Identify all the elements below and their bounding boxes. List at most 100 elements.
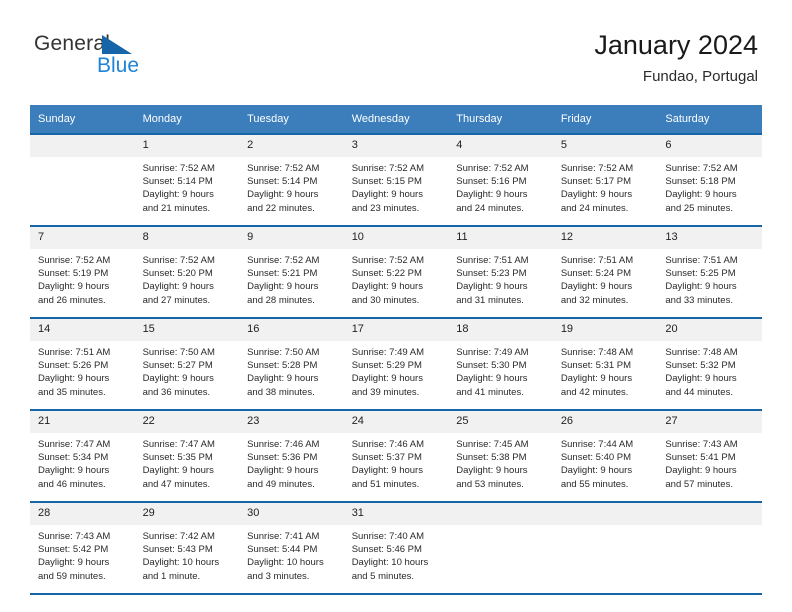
day-details: Sunrise: 7:51 AM Sunset: 5:24 PM Daylight:… xyxy=(553,249,658,307)
calendar-day-cell[interactable]: 2 Sunrise: 7:52 AM Sunset: 5:14 PM Daylight… xyxy=(239,135,344,225)
sunrise-text: Sunrise: 7:49 AM xyxy=(456,347,529,358)
daylight-text-line2: and 47 minutes. xyxy=(142,478,211,490)
calendar-day-cell[interactable]: 24 Sunrise: 7:46 AM Sunset: 5:37 PM Dayligh… xyxy=(343,411,449,501)
sunset-text: Sunset: 5:14 PM xyxy=(247,176,318,188)
sunset-text: Sunset: 5:23 PM xyxy=(456,268,527,280)
day-details: Sunrise: 7:52 AM Sunset: 5:22 PM Daylight:… xyxy=(344,249,449,307)
calendar-day-cell[interactable]: 31 Sunrise: 7:40 AM Sunset: 5:46 PM Dayligh… xyxy=(343,503,449,593)
daylight-text-line1: Daylight: 9 hours xyxy=(247,281,319,293)
sunset-text: Sunset: 5:17 PM xyxy=(560,176,632,188)
calendar-day-cell[interactable]: 8 Sunrise: 7:52 AM Sunset: 5:20 PM Daylight… xyxy=(134,227,240,317)
calendar-day-cell[interactable]: 12 Sunrise: 7:51 AM Sunset: 5:24 PM Dayligh… xyxy=(552,227,658,317)
day-cell-inner: 20 Sunrise: 7:48 AM Sunset: 5:32 PM Dayligh… xyxy=(657,319,762,409)
daylight-text-line1: Daylight: 9 hours xyxy=(247,465,319,477)
day-details: Sunrise: 7:51 AM Sunset: 5:23 PM Daylight:… xyxy=(448,249,553,307)
sunset-text: Sunset: 5:18 PM xyxy=(665,176,736,188)
daylight-text-line1: Daylight: 9 hours xyxy=(665,373,737,385)
sunrise-text: Sunrise: 7:44 AM xyxy=(560,439,634,450)
sunrise-text: Sunrise: 7:52 AM xyxy=(38,255,111,266)
daylight-text-line2: and 39 minutes. xyxy=(351,386,420,398)
generalblue-logo[interactable]: General Blue xyxy=(34,32,214,88)
day-cell-inner: 7 Sunrise: 7:52 AM Sunset: 5:19 PM Daylight… xyxy=(30,227,135,317)
daylight-text-line1: Daylight: 9 hours xyxy=(560,189,633,201)
weekday-header-friday: Friday xyxy=(552,105,658,133)
day-number: 27 xyxy=(657,411,762,433)
day-details: Sunrise: 7:48 AM Sunset: 5:31 PM Daylight:… xyxy=(553,341,658,399)
day-details: Sunrise: 7:51 AM Sunset: 5:25 PM Daylight:… xyxy=(657,249,762,307)
calendar-day-cell[interactable]: 30 Sunrise: 7:41 AM Sunset: 5:44 PM Dayligh… xyxy=(239,503,344,593)
week-separator xyxy=(30,593,762,595)
day-cell-inner: 27 Sunrise: 7:43 AM Sunset: 5:41 PM Dayligh… xyxy=(657,411,762,501)
calendar-day-cell[interactable]: 1 Sunrise: 7:52 AM Sunset: 5:14 PM Daylight… xyxy=(134,135,240,225)
calendar-week-row: 14 Sunrise: 7:51 AM Sunset: 5:26 PM Dayligh… xyxy=(30,319,762,409)
day-number: 4 xyxy=(448,135,553,157)
calendar-day-cell[interactable]: 25 Sunrise: 7:45 AM Sunset: 5:38 PM Dayligh… xyxy=(448,411,553,501)
day-number: 26 xyxy=(552,411,658,433)
day-number: 16 xyxy=(239,319,344,341)
day-number: 1 xyxy=(134,135,240,157)
daylight-text-line2: and 36 minutes. xyxy=(142,386,211,398)
calendar-day-cell[interactable]: 29 Sunrise: 7:42 AM Sunset: 5:43 PM Dayligh… xyxy=(134,503,240,593)
calendar-day-cell[interactable]: 18 Sunrise: 7:49 AM Sunset: 5:30 PM Dayligh… xyxy=(448,319,553,409)
daylight-text-line2: and 57 minutes. xyxy=(665,478,733,490)
sunrise-text: Sunrise: 7:52 AM xyxy=(247,255,320,266)
page-subtitle: Fundao, Portugal xyxy=(642,68,758,85)
calendar-day-cell[interactable]: 27 Sunrise: 7:43 AM Sunset: 5:41 PM Dayligh… xyxy=(657,411,762,501)
daylight-text-line2: and 49 minutes. xyxy=(247,478,315,490)
calendar-day-cell[interactable]: 3 Sunrise: 7:52 AM Sunset: 5:15 PM Daylight… xyxy=(343,135,449,225)
daylight-text-line1: Daylight: 9 hours xyxy=(38,557,110,569)
day-cell-inner: 3 Sunrise: 7:52 AM Sunset: 5:15 PM Daylight… xyxy=(343,135,449,225)
day-cell-inner: 6 Sunrise: 7:52 AM Sunset: 5:18 PM Daylight… xyxy=(657,135,762,225)
calendar-week-row: 1 Sunrise: 7:52 AM Sunset: 5:14 PM Daylight… xyxy=(30,135,762,225)
calendar-day-cell[interactable]: 6 Sunrise: 7:52 AM Sunset: 5:18 PM Daylight… xyxy=(657,135,762,225)
sunrise-text: Sunrise: 7:42 AM xyxy=(142,531,215,542)
logo-text-blue: Blue xyxy=(97,54,140,77)
day-cell-inner: 12 Sunrise: 7:51 AM Sunset: 5:24 PM Dayligh… xyxy=(552,227,658,317)
sunset-text: Sunset: 5:14 PM xyxy=(142,176,213,188)
day-cell-inner: 1 Sunrise: 7:52 AM Sunset: 5:14 PM Daylight… xyxy=(134,135,240,225)
calendar-grid: Sunday Monday Tuesday Wednesday Thursday… xyxy=(30,105,762,595)
calendar-day-cell[interactable]: 4 Sunrise: 7:52 AM Sunset: 5:16 PM Daylight… xyxy=(448,135,553,225)
daylight-text-line2: and 27 minutes. xyxy=(142,294,211,306)
daylight-text-line2: and 51 minutes. xyxy=(351,478,420,490)
day-details: Sunrise: 7:45 AM Sunset: 5:38 PM Daylight:… xyxy=(448,433,553,491)
day-cell-inner xyxy=(657,503,762,593)
day-details: Sunrise: 7:44 AM Sunset: 5:40 PM Daylight:… xyxy=(553,433,658,491)
sunrise-text: Sunrise: 7:47 AM xyxy=(142,439,215,450)
daylight-text-line2: and 32 minutes. xyxy=(560,294,629,306)
weekday-header-thursday: Thursday xyxy=(448,105,553,133)
calendar-day-cell[interactable]: 19 Sunrise: 7:48 AM Sunset: 5:31 PM Dayligh… xyxy=(552,319,658,409)
calendar-day-cell[interactable]: 13 Sunrise: 7:51 AM Sunset: 5:25 PM Dayligh… xyxy=(657,227,762,317)
calendar-day-cell[interactable]: 9 Sunrise: 7:52 AM Sunset: 5:21 PM Daylight… xyxy=(239,227,344,317)
day-details: Sunrise: 7:52 AM Sunset: 5:14 PM Daylight:… xyxy=(239,157,344,215)
calendar-day-cell[interactable]: 22 Sunrise: 7:47 AM Sunset: 5:35 PM Dayligh… xyxy=(134,411,240,501)
calendar-day-cell[interactable]: 7 Sunrise: 7:52 AM Sunset: 5:19 PM Daylight… xyxy=(30,227,135,317)
daylight-text-line2: and 42 minutes. xyxy=(560,386,629,398)
page-title: January 2024 xyxy=(594,30,758,60)
sunset-text: Sunset: 5:34 PM xyxy=(38,452,109,464)
calendar-day-cell[interactable]: 5 Sunrise: 7:52 AM Sunset: 5:17 PM Daylight… xyxy=(552,135,658,225)
day-cell-inner: 9 Sunrise: 7:52 AM Sunset: 5:21 PM Daylight… xyxy=(239,227,344,317)
sunrise-text: Sunrise: 7:52 AM xyxy=(351,255,425,266)
calendar-day-cell[interactable]: 23 Sunrise: 7:46 AM Sunset: 5:36 PM Dayligh… xyxy=(239,411,344,501)
sunrise-text: Sunrise: 7:40 AM xyxy=(351,531,425,542)
calendar-day-cell[interactable]: 14 Sunrise: 7:51 AM Sunset: 5:26 PM Dayligh… xyxy=(30,319,135,409)
daylight-text-line1: Daylight: 9 hours xyxy=(142,281,214,293)
daylight-text-line2: and 21 minutes. xyxy=(142,202,211,214)
sunset-text: Sunset: 5:30 PM xyxy=(456,360,527,372)
calendar-day-cell[interactable]: 11 Sunrise: 7:51 AM Sunset: 5:23 PM Dayligh… xyxy=(448,227,553,317)
sunrise-text: Sunrise: 7:52 AM xyxy=(560,163,634,174)
calendar-day-cell[interactable]: 20 Sunrise: 7:48 AM Sunset: 5:32 PM Dayligh… xyxy=(657,319,762,409)
calendar-day-cell[interactable]: 21 Sunrise: 7:47 AM Sunset: 5:34 PM Dayligh… xyxy=(30,411,135,501)
calendar-empty-cell xyxy=(552,503,658,593)
sunset-text: Sunset: 5:24 PM xyxy=(560,268,632,280)
calendar-day-cell[interactable]: 28 Sunrise: 7:43 AM Sunset: 5:42 PM Dayligh… xyxy=(30,503,135,593)
daylight-text-line1: Daylight: 9 hours xyxy=(38,465,110,477)
calendar-day-cell[interactable]: 16 Sunrise: 7:50 AM Sunset: 5:28 PM Dayligh… xyxy=(239,319,344,409)
calendar-day-cell[interactable]: 17 Sunrise: 7:49 AM Sunset: 5:29 PM Dayligh… xyxy=(343,319,449,409)
day-details: Sunrise: 7:42 AM Sunset: 5:43 PM Daylight:… xyxy=(135,525,240,583)
daylight-text-line2: and 28 minutes. xyxy=(247,294,315,306)
calendar-day-cell[interactable]: 26 Sunrise: 7:44 AM Sunset: 5:40 PM Dayligh… xyxy=(552,411,658,501)
calendar-day-cell[interactable]: 15 Sunrise: 7:50 AM Sunset: 5:27 PM Dayligh… xyxy=(134,319,240,409)
calendar-day-cell[interactable]: 10 Sunrise: 7:52 AM Sunset: 5:22 PM Dayligh… xyxy=(343,227,449,317)
